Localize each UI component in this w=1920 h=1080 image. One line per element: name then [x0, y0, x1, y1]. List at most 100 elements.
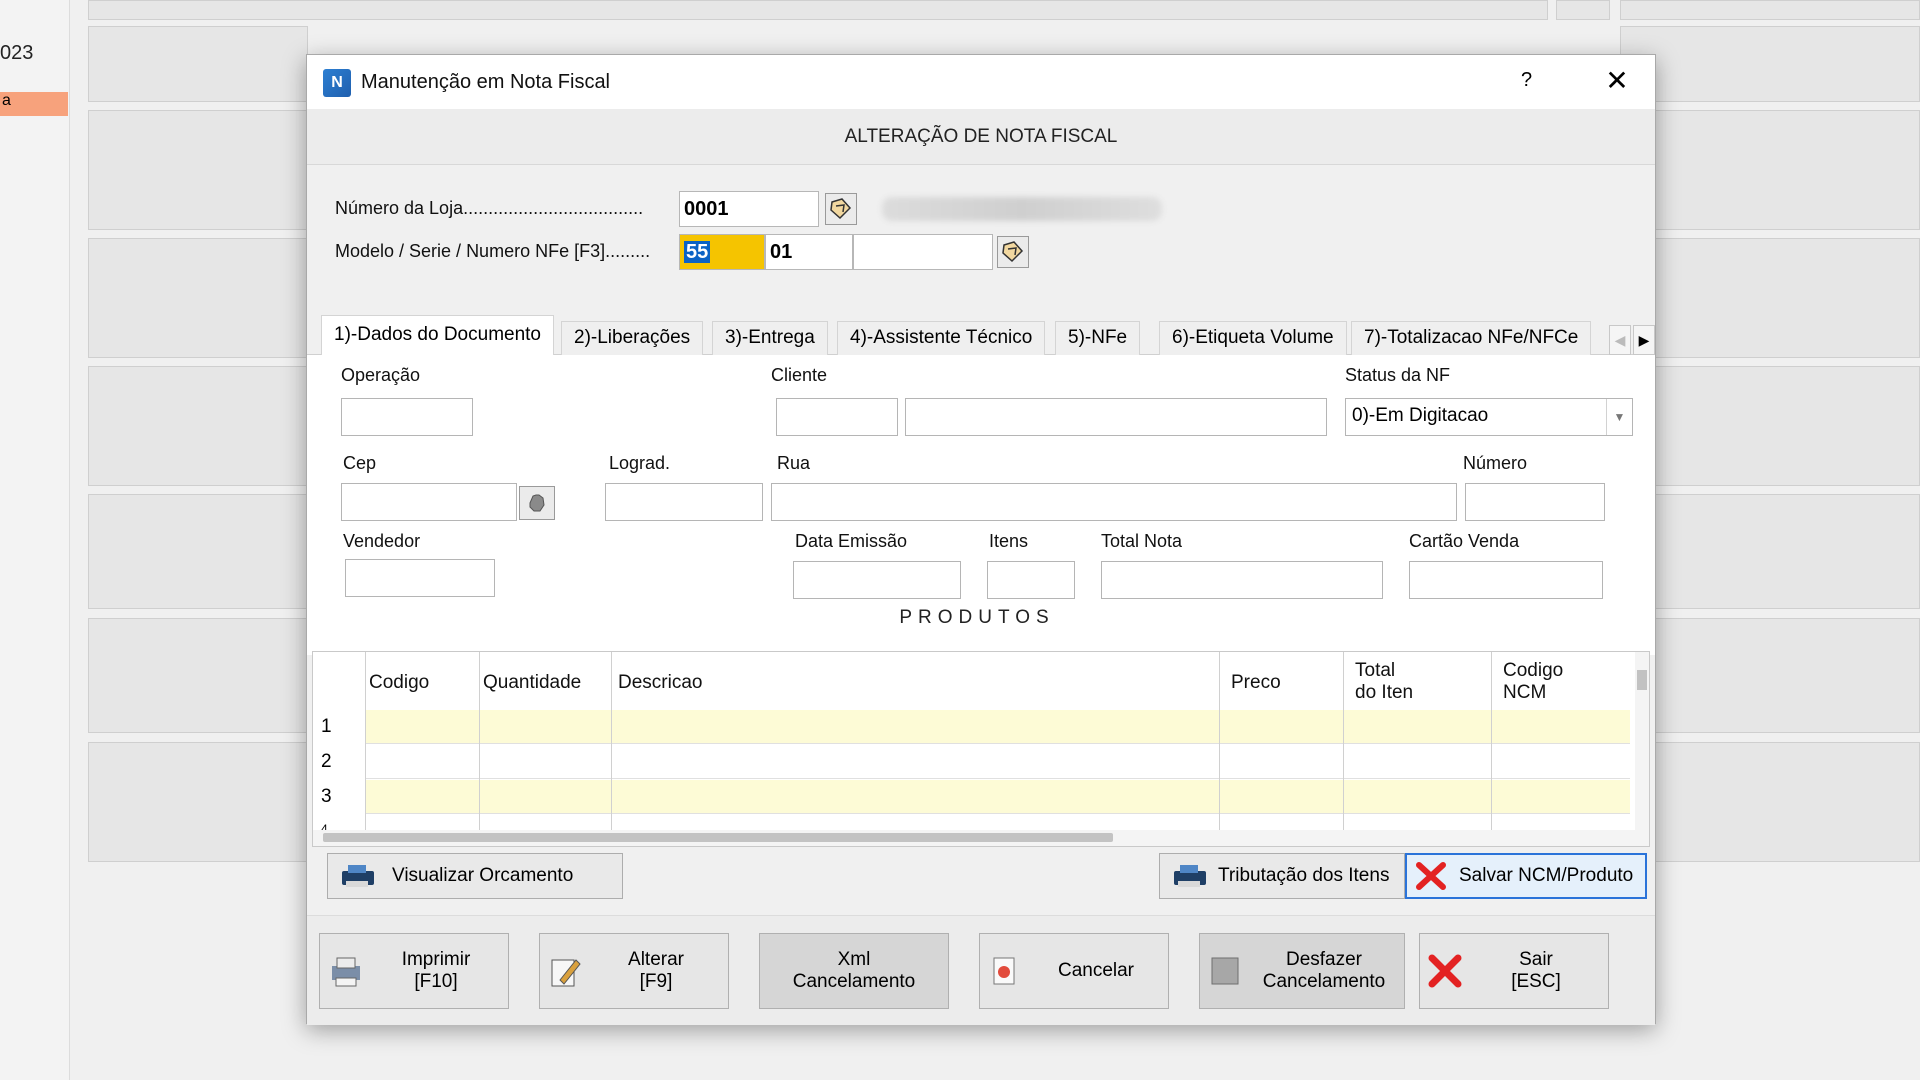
data-emissao-input[interactable] — [793, 561, 961, 599]
printer-icon — [1174, 865, 1206, 887]
sair-button[interactable]: Sair [ESC] — [1419, 933, 1609, 1009]
xml-cancelamento-button[interactable]: Xml Cancelamento — [759, 933, 949, 1009]
vertical-scrollbar[interactable] — [1635, 652, 1649, 832]
background-tile — [88, 110, 308, 230]
dialog-title: Manutenção em Nota Fiscal — [361, 71, 611, 93]
tab-assistente-tecnico[interactable]: 4)-Assistente Técnico — [837, 321, 1046, 355]
tributacao-itens-label: Tributação dos Itens — [1218, 865, 1390, 886]
tab-nfe[interactable]: 5)-NFe — [1055, 321, 1141, 355]
background-tile — [88, 366, 308, 486]
background-tile — [88, 26, 308, 102]
lograd-input[interactable] — [605, 483, 763, 521]
flashlight-icon — [1002, 241, 1024, 263]
column-header-preco[interactable]: Preco — [1231, 672, 1281, 694]
red-x-icon — [1428, 954, 1462, 988]
imprimir-label: Imprimir [F10] — [401, 949, 471, 992]
horizontal-scroll-thumb[interactable] — [323, 833, 1113, 842]
produtos-grid[interactable]: Codigo Quantidade Descricao Preco Total … — [312, 651, 1650, 847]
column-header-descricao[interactable]: Descricao — [618, 672, 702, 694]
background-tile — [88, 618, 308, 733]
background-tile — [1620, 742, 1920, 862]
operacao-input[interactable] — [341, 398, 473, 436]
loja-input[interactable]: 0001 — [679, 191, 819, 227]
background-selected-item[interactable]: a — [0, 92, 68, 116]
nota-fiscal-dialog: N Manutenção em Nota Fiscal ? ✕ ALTERAÇÃ… — [306, 54, 1656, 1025]
undo-document-icon — [1211, 957, 1239, 985]
printer-icon — [332, 957, 360, 987]
vendedor-label: Vendedor — [343, 531, 421, 551]
imprimir-button[interactable]: Imprimir [F10] — [319, 933, 509, 1009]
numero-nfe-input[interactable] — [853, 234, 993, 270]
salvar-ncm-produto-button[interactable]: Salvar NCM/Produto — [1405, 853, 1647, 899]
column-divider — [1219, 652, 1220, 846]
data-emissao-label: Data Emissão — [795, 531, 908, 551]
tab-etiqueta-volume[interactable]: 6)-Etiqueta Volume — [1159, 321, 1347, 355]
tab-totalizacao[interactable]: 7)-Totalizacao NFe/NFCe — [1351, 321, 1592, 355]
cep-input[interactable] — [341, 483, 517, 521]
help-button[interactable]: ? — [1521, 69, 1532, 92]
vertical-scroll-thumb[interactable] — [1637, 670, 1647, 690]
column-header-codigo[interactable]: Codigo — [369, 672, 429, 694]
cancelar-button[interactable]: Cancelar — [979, 933, 1169, 1009]
sair-label: Sair [ESC] — [1511, 949, 1561, 992]
vendedor-input[interactable] — [345, 559, 495, 597]
table-row[interactable] — [365, 745, 1630, 779]
modelo-label: Modelo / Serie / Numero NFe [F3]........… — [335, 241, 651, 261]
numero-label: Número — [1463, 453, 1528, 473]
cliente-label: Cliente — [771, 365, 828, 385]
rua-input[interactable] — [771, 483, 1457, 521]
modelo-input[interactable]: 55 — [679, 234, 765, 270]
chevron-down-icon[interactable]: ▼ — [1606, 399, 1632, 435]
serie-input[interactable]: 01 — [765, 234, 853, 270]
dialog-titlebar[interactable]: N Manutenção em Nota Fiscal ? ✕ — [307, 55, 1655, 109]
cancel-document-icon — [993, 957, 1015, 985]
table-row[interactable] — [365, 780, 1630, 814]
loja-lookup-button[interactable] — [825, 193, 857, 225]
table-row[interactable] — [365, 710, 1630, 744]
cancelar-label: Cancelar — [1057, 960, 1135, 981]
background-tile — [1620, 0, 1920, 20]
nfe-lookup-button[interactable] — [997, 236, 1029, 268]
column-divider — [365, 652, 366, 846]
hand-icon — [529, 494, 545, 512]
total-nota-label: Total Nota — [1101, 531, 1183, 551]
cep-lookup-button[interactable] — [519, 486, 555, 520]
cep-label: Cep — [343, 453, 377, 473]
alterar-button[interactable]: Alterar [F9] — [539, 933, 729, 1009]
background-tile — [1620, 494, 1920, 609]
dialog-header: ALTERAÇÃO DE NOTA FISCAL — [307, 109, 1655, 165]
column-divider — [479, 652, 480, 846]
desfazer-cancelamento-button[interactable]: Desfazer Cancelamento — [1199, 933, 1405, 1009]
cliente-code-input[interactable] — [776, 398, 898, 436]
cliente-name-input[interactable] — [905, 398, 1327, 436]
tab-dados-documento[interactable]: 1)-Dados do Documento — [321, 315, 554, 356]
salvar-ncm-produto-label: Salvar NCM/Produto — [1459, 865, 1634, 886]
close-button[interactable]: ✕ — [1597, 63, 1637, 99]
row-number: 1 — [321, 716, 332, 737]
tab-liberacoes[interactable]: 2)-Liberações — [561, 321, 704, 355]
lograd-label: Lograd. — [609, 453, 671, 473]
alterar-label: Alterar [F9] — [628, 949, 684, 992]
background-tile — [1620, 366, 1920, 486]
tab-scroll-left-icon[interactable]: ◀ — [1609, 325, 1631, 355]
column-header-codigo-ncm[interactable]: Codigo NCM — [1503, 660, 1563, 704]
column-header-quantidade[interactable]: Quantidade — [483, 672, 581, 694]
total-nota-input[interactable] — [1101, 561, 1383, 599]
tributacao-itens-button[interactable]: Tributação dos Itens — [1159, 853, 1405, 899]
numero-input[interactable] — [1465, 483, 1605, 521]
tab-entrega[interactable]: 3)-Entrega — [712, 321, 828, 355]
background-year-label: 023 — [0, 42, 34, 64]
background-tile — [1620, 110, 1920, 230]
itens-input[interactable] — [987, 561, 1075, 599]
cartao-venda-input[interactable] — [1409, 561, 1603, 599]
visualizar-orcamento-button[interactable]: Visualizar Orcamento — [327, 853, 623, 899]
rua-label: Rua — [777, 453, 811, 473]
horizontal-scrollbar[interactable] — [313, 830, 1649, 846]
column-divider — [611, 652, 612, 846]
column-header-total-item[interactable]: Total do Iten — [1355, 660, 1413, 704]
status-nf-select[interactable]: 0)-Em Digitacao ▼ — [1345, 398, 1633, 436]
itens-label: Itens — [989, 531, 1029, 551]
flashlight-icon — [830, 198, 852, 220]
app-logo-icon: N — [323, 69, 351, 97]
tab-scroll-right-icon[interactable]: ▶ — [1633, 325, 1655, 355]
